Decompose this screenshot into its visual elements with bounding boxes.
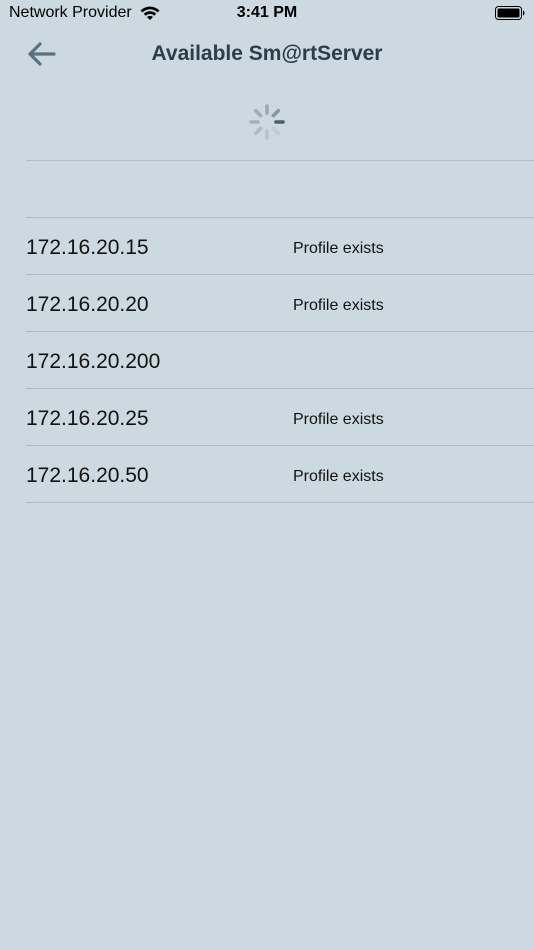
list-item[interactable]: 172.16.20.200 <box>26 331 534 388</box>
list-item[interactable]: 172.16.20.25 Profile exists <box>26 388 534 445</box>
server-ip: 172.16.20.15 <box>26 236 149 259</box>
activity-spinner-icon <box>249 104 285 140</box>
server-status: Profile exists <box>293 240 384 257</box>
server-status: Profile exists <box>293 297 384 314</box>
battery-icon <box>495 6 525 20</box>
list-item[interactable]: 172.16.20.15 Profile exists <box>26 217 534 274</box>
list-item[interactable]: 172.16.20.20 Profile exists <box>26 274 534 331</box>
server-ip: 172.16.20.25 <box>26 407 149 430</box>
list-item[interactable]: 172.16.20.50 Profile exists <box>26 445 534 503</box>
status-time: 3:41 PM <box>236 4 298 21</box>
server-status: Profile exists <box>293 468 384 485</box>
list-item[interactable] <box>26 160 534 217</box>
server-ip: 172.16.20.20 <box>26 293 149 316</box>
server-status: Profile exists <box>293 411 384 428</box>
server-ip: 172.16.20.50 <box>26 464 149 487</box>
server-ip: 172.16.20.200 <box>26 350 161 373</box>
status-bar: Network Provider 3:41 PM <box>0 0 534 28</box>
page-title: Available Sm@rtServer <box>151 42 383 65</box>
server-list: 172.16.20.15 Profile exists 172.16.20.20… <box>26 160 534 503</box>
